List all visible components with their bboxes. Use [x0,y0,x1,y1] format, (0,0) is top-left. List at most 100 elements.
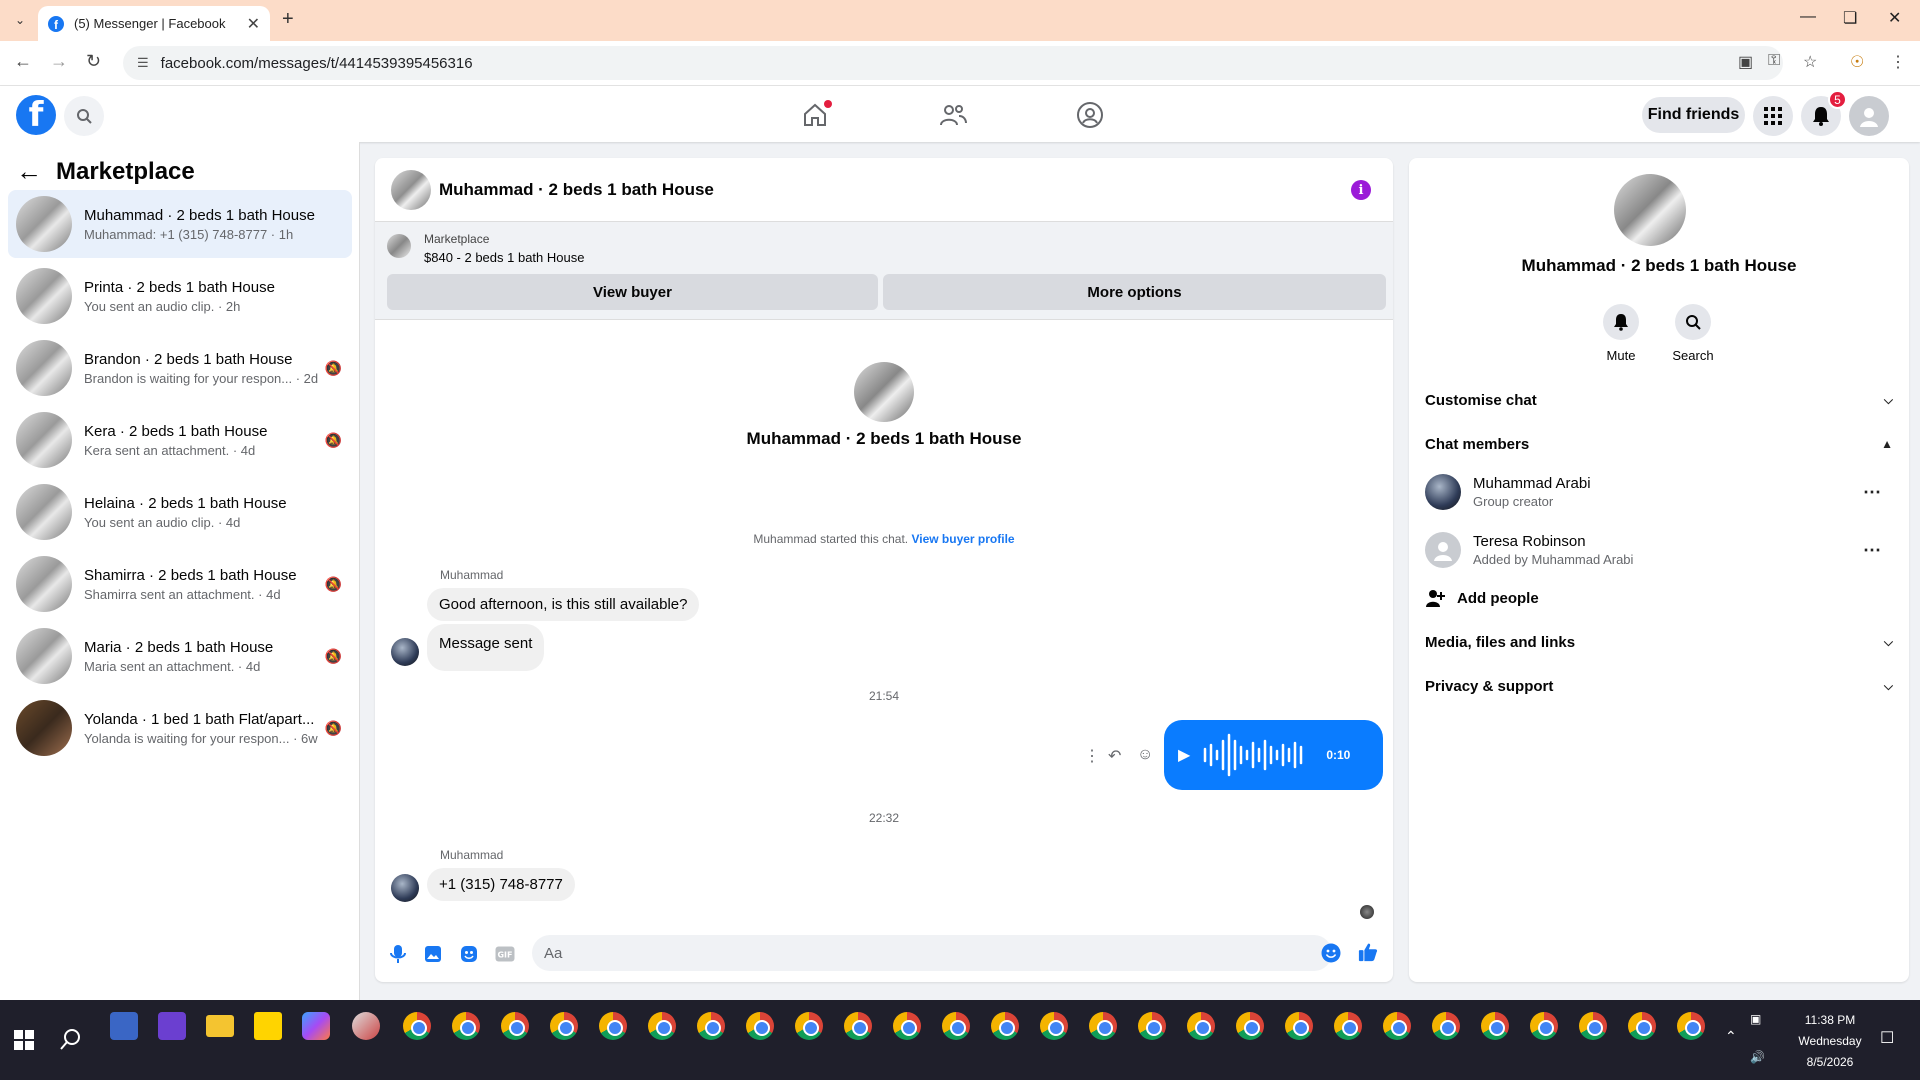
bookmark-star-icon[interactable]: ☆ [1803,52,1817,72]
chrome-taskbar-icon[interactable] [1040,1012,1068,1040]
close-tab-icon[interactable]: ✕ [247,14,260,34]
network-icon[interactable]: ▣ [1750,1012,1761,1026]
reply-icon[interactable]: ↶ [1108,746,1121,766]
chrome-taskbar-icon[interactable] [452,1012,480,1040]
chrome-taskbar-icon[interactable] [1481,1012,1509,1040]
chrome-taskbar-icon[interactable] [599,1012,627,1040]
more-options-icon[interactable]: ⋯ [1863,482,1881,503]
chrome-taskbar-icon[interactable] [1383,1012,1411,1040]
member-row[interactable]: Muhammad Arabi Group creator ⋯ [1425,468,1893,516]
password-key-icon[interactable]: ⚿ [1768,52,1780,70]
address-bar[interactable]: ☰ facebook.com/messages/t/44145393954563… [123,46,1783,80]
more-actions-icon[interactable]: ⋮ [1084,746,1100,766]
taskbar-search-icon[interactable] [60,1028,82,1055]
chat-members-section[interactable]: Chat members ▲ [1425,426,1893,462]
chrome-taskbar-icon[interactable] [795,1012,823,1040]
conversation-item[interactable]: Printa · 2 beds 1 bath House You sent an … [8,262,352,330]
customise-chat-section[interactable]: Customise chat ⌵ [1425,382,1893,418]
tab-list-chevron-icon[interactable]: ⌄ [8,8,32,32]
listing-title[interactable]: $840 - 2 beds 1 bath House [424,250,584,265]
forward-icon[interactable]: → [50,51,68,72]
chat-title[interactable]: Muhammad · 2 beds 1 bath House [439,180,714,200]
thumbs-up-icon[interactable] [1358,942,1378,962]
copilot-icon[interactable] [302,1012,330,1040]
taskbar-app-icon[interactable] [110,1012,138,1040]
chrome-taskbar-icon[interactable] [648,1012,676,1040]
gif-icon[interactable]: GIF [495,944,515,964]
sticker-icon[interactable] [459,944,479,964]
taskbar-app-icon[interactable] [352,1012,380,1040]
chrome-taskbar-icon[interactable] [1579,1012,1607,1040]
more-options-icon[interactable]: ⋯ [1863,540,1881,561]
chrome-taskbar-icon[interactable] [1432,1012,1460,1040]
chrome-taskbar-icon[interactable] [942,1012,970,1040]
file-explorer-icon[interactable] [206,1015,234,1037]
conversation-item[interactable]: Maria · 2 beds 1 bath House Maria sent an… [8,622,352,690]
microphone-icon[interactable] [388,944,408,964]
volume-icon[interactable]: 🔊 [1750,1050,1765,1064]
menu-grid-icon[interactable] [1753,96,1793,136]
search-action[interactable]: Search [1663,304,1723,363]
install-app-icon[interactable]: ▣ [1738,52,1753,72]
tray-chevron-up-icon[interactable]: ⌃ [1725,1028,1737,1045]
conversation-item[interactable]: Kera · 2 beds 1 bath House Kera sent an a… [8,406,352,474]
view-buyer-button[interactable]: View buyer [387,274,878,310]
message-bubble[interactable]: Message sent [427,624,545,671]
reload-icon[interactable]: ↻ [86,51,101,72]
groups-icon[interactable] [1075,100,1105,130]
chat-avatar[interactable] [391,169,431,210]
chrome-taskbar-icon[interactable] [1089,1012,1117,1040]
facebook-logo-icon[interactable]: f [16,95,56,135]
chrome-taskbar-icon[interactable] [991,1012,1019,1040]
emoji-icon[interactable] [1321,943,1341,963]
conversation-item[interactable]: Muhammad · 2 beds 1 bath House Muhammad: … [8,190,352,258]
taskbar-app-icon[interactable] [158,1012,186,1040]
notification-center-icon[interactable]: ☐ [1880,1028,1894,1048]
chrome-taskbar-icon[interactable] [1628,1012,1656,1040]
chrome-taskbar-icon[interactable] [746,1012,774,1040]
react-smiley-icon[interactable]: ☺ [1137,746,1153,764]
chrome-taskbar-icon[interactable] [844,1012,872,1040]
play-icon[interactable]: ▶ [1178,745,1190,765]
chrome-taskbar-icon[interactable] [697,1012,725,1040]
browser-tab[interactable]: f (5) Messenger | Facebook ✕ [38,6,270,41]
chrome-taskbar-icon[interactable] [1677,1012,1705,1040]
photo-icon[interactable] [423,944,443,964]
conversation-item[interactable]: Yolanda · 1 bed 1 bath Flat/apart... Yola… [8,694,352,762]
chrome-taskbar-icon[interactable] [1138,1012,1166,1040]
find-friends-button[interactable]: Find friends [1642,97,1745,133]
search-icon[interactable] [64,96,104,136]
view-buyer-profile-link[interactable]: View buyer profile [911,532,1014,546]
minimize-icon[interactable]: — [1800,8,1816,26]
back-arrow-icon[interactable]: ← [16,156,42,187]
profile-icon[interactable]: ☉ [1850,52,1864,72]
add-people-button[interactable]: Add people [1425,580,1893,616]
site-info-icon[interactable]: ☰ [137,55,149,71]
taskbar-clock[interactable]: 11:38 PM Wednesday 8/5/2026 [1790,1010,1870,1073]
chrome-taskbar-icon[interactable] [1530,1012,1558,1040]
message-bubble[interactable]: Good afternoon, is this still available? [427,588,700,621]
chrome-taskbar-icon[interactable] [1285,1012,1313,1040]
media-files-links-section[interactable]: Media, files and links ⌵ [1425,624,1893,660]
member-row[interactable]: Teresa Robinson Added by Muhammad Arabi ⋯ [1425,526,1893,574]
chrome-menu-icon[interactable]: ⋮ [1890,52,1906,72]
close-window-icon[interactable]: ✕ [1888,8,1901,28]
new-tab-icon[interactable]: + [282,8,294,31]
chrome-taskbar-icon[interactable] [550,1012,578,1040]
chrome-taskbar-icon[interactable] [501,1012,529,1040]
account-avatar[interactable] [1849,96,1889,136]
chrome-taskbar-icon[interactable] [893,1012,921,1040]
sticky-notes-icon[interactable] [254,1012,282,1040]
chrome-taskbar-icon[interactable] [1334,1012,1362,1040]
privacy-support-section[interactable]: Privacy & support ⌵ [1425,668,1893,704]
mute-action[interactable]: Mute [1591,304,1651,363]
restore-icon[interactable]: ❏ [1843,8,1857,28]
conversation-item[interactable]: Helaina · 2 beds 1 bath House You sent an… [8,478,352,546]
conversation-item[interactable]: Brandon · 2 beds 1 bath House Brandon is … [8,334,352,402]
chrome-taskbar-icon[interactable] [1236,1012,1264,1040]
windows-start-icon[interactable] [14,1030,34,1055]
chrome-taskbar-icon[interactable] [403,1012,431,1040]
message-bubble[interactable]: +1 (315) 748-8777 [427,868,575,901]
info-icon[interactable]: i [1351,180,1371,200]
message-input[interactable]: Aa [532,935,1332,971]
